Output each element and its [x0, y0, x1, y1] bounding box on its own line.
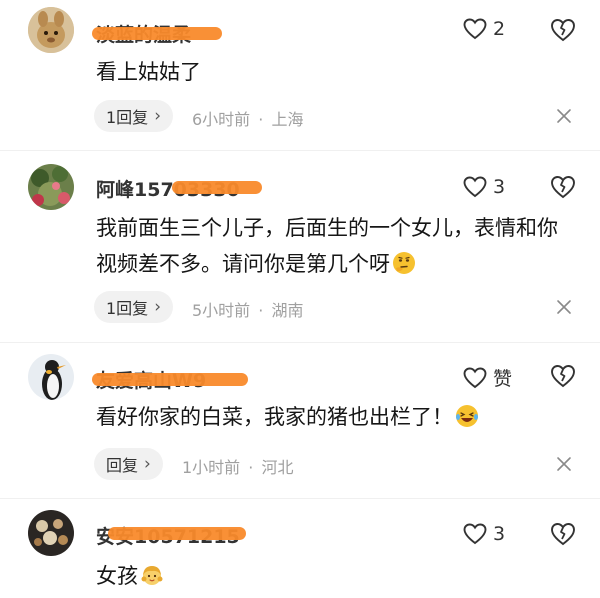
comment-text-body: 女孩: [96, 564, 138, 588]
like-button[interactable]: 3: [463, 176, 505, 198]
comment-text-body: 我前面生三个儿子，后面生的一个女儿，表情和你视频差不多。请问你是第几个呀: [96, 216, 558, 276]
comment-text: 女孩: [96, 558, 576, 594]
avatar[interactable]: [28, 164, 74, 210]
avatar-image: [28, 164, 74, 210]
broken-heart-icon: [551, 176, 575, 199]
meta-separator: ·: [248, 458, 254, 477]
like-count: 3: [493, 523, 506, 545]
reply-label: 1回复: [106, 299, 149, 318]
meta-separator: ·: [258, 110, 264, 129]
laughing-crying-face-icon: [456, 405, 478, 427]
redaction-mark: [92, 27, 222, 40]
comment-meta: 1小时前 · 河北: [182, 454, 293, 478]
comment-location: 河北: [261, 458, 294, 477]
comment-location: 湖南: [271, 301, 304, 320]
comment-item: 安安10571215 3 女孩: [0, 498, 600, 598]
heart-outline-icon: [463, 523, 487, 545]
girl-emoji-icon: [141, 566, 163, 585]
reply-button[interactable]: 1回复 ›: [94, 100, 173, 132]
reply-label: 回复: [106, 456, 139, 475]
like-button[interactable]: 3: [463, 523, 505, 545]
comment-location: 上海: [271, 110, 304, 129]
reply-button[interactable]: 1回复 ›: [94, 291, 173, 323]
comment-text-body: 看好你家的白菜，我家的猪也出栏了！: [96, 405, 453, 429]
broken-heart-icon: [551, 19, 575, 42]
redaction-mark: [108, 527, 246, 540]
redaction-mark: [92, 373, 248, 386]
comment-item: 淡蓝的温柔 2 看上姑姑了 1回复 › 6小时前 · 上海: [0, 0, 600, 150]
heart-outline-icon: [463, 176, 487, 198]
avatar-image: [28, 510, 74, 556]
chevron-right-icon: ›: [144, 454, 151, 474]
close-icon[interactable]: [556, 299, 572, 315]
avatar[interactable]: [28, 7, 74, 53]
dislike-button[interactable]: [550, 363, 576, 389]
like-count: 赞: [493, 368, 513, 390]
comment-text: 我前面生三个儿子，后面生的一个女儿，表情和你视频差不多。请问你是第几个呀: [96, 210, 576, 282]
redaction-mark: [172, 181, 262, 194]
like-button[interactable]: 赞: [463, 364, 512, 391]
comment-text: 看上姑姑了: [96, 60, 201, 84]
chevron-right-icon: ›: [154, 297, 161, 317]
like-button[interactable]: 2: [463, 18, 505, 40]
like-count: 2: [493, 18, 506, 40]
broken-heart-icon: [551, 523, 575, 546]
comment-meta: 5小时前 · 湖南: [192, 297, 303, 321]
comment-time: 5小时前: [192, 301, 251, 320]
comment-item: 友爱高山W9 赞 看好你家的白菜，我家的猪也出栏了！ 回复 › 1小时前 · 河…: [0, 342, 600, 498]
heart-outline-icon: [463, 367, 487, 388]
dislike-button[interactable]: [550, 174, 576, 200]
reply-label: 1回复: [106, 108, 149, 127]
meta-separator: ·: [258, 301, 264, 320]
comment-item: 阿峰15703330 3 我前面生三个儿子，后面生的一个女儿，表情和你视频差不多…: [0, 150, 600, 342]
comment-time: 1小时前: [182, 458, 241, 477]
avatar[interactable]: [28, 354, 74, 400]
chevron-right-icon: ›: [154, 106, 161, 126]
avatar-image: [28, 354, 74, 400]
reply-button[interactable]: 回复 ›: [94, 448, 163, 480]
like-count: 3: [493, 176, 506, 198]
heart-outline-icon: [463, 18, 487, 40]
avatar[interactable]: [28, 510, 74, 556]
dislike-button[interactable]: [550, 521, 576, 547]
close-icon[interactable]: [556, 108, 572, 124]
comment-text: 看好你家的白菜，我家的猪也出栏了！: [96, 399, 576, 435]
dislike-button[interactable]: [550, 17, 576, 43]
avatar-image: [28, 7, 74, 53]
thinking-face-icon: [393, 252, 415, 274]
comment-time: 6小时前: [192, 110, 251, 129]
comment-meta: 6小时前 · 上海: [192, 106, 303, 130]
broken-heart-icon: [551, 365, 575, 388]
close-icon[interactable]: [556, 456, 572, 472]
